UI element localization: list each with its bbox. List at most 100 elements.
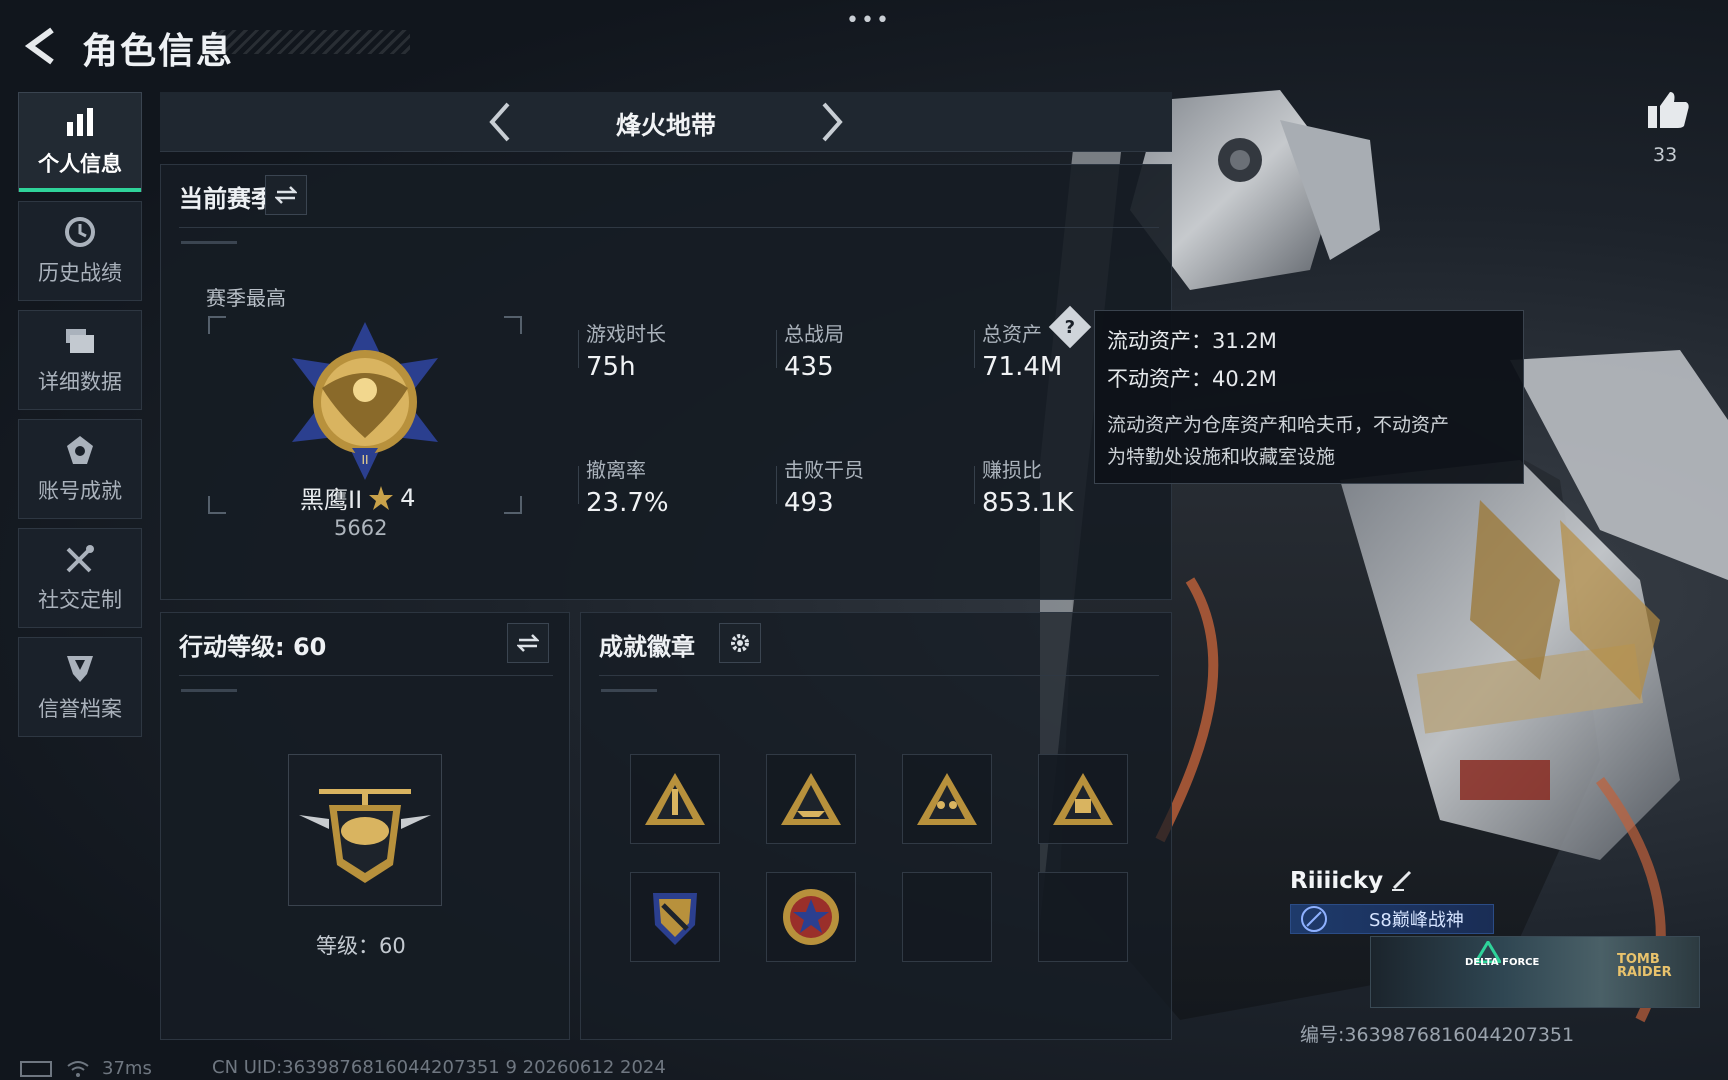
rank-medal-icon: II — [282, 318, 448, 484]
tooltip-liquid-assets: 流动资产：31.2M — [1107, 329, 1277, 353]
like-count: 33 — [1653, 144, 1678, 166]
sidebar-item-label: 社交定制 — [38, 588, 122, 612]
ship-badge-icon — [781, 773, 841, 825]
profile-banner[interactable]: DELTA FORCE TOMB RAIDER — [1370, 936, 1700, 1008]
swap-icon — [517, 634, 539, 652]
sidebar-item-label: 账号成就 — [38, 479, 122, 503]
stat-value-total-matches: 435 — [784, 352, 834, 382]
assets-tooltip: 流动资产：31.2M 不动资产：40.2M 流动资产为仓库资产和哈夫币，不动资产… — [1094, 310, 1524, 484]
badge-slot-1[interactable] — [630, 754, 720, 844]
rank-stars: 4 — [400, 483, 416, 512]
status-bar: 37ms — [20, 1056, 152, 1080]
mode-switcher: 烽火地带 — [160, 92, 1172, 152]
achievement-icon — [63, 433, 97, 467]
stat-value-operators-defeated: 493 — [784, 488, 834, 518]
sidebar-item-personal-info[interactable]: 个人信息 — [18, 92, 142, 192]
battery-icon — [20, 1061, 52, 1077]
divider — [599, 675, 1159, 676]
divider-tick — [181, 241, 237, 244]
stat-separator — [578, 466, 579, 504]
stat-label-playtime: 游戏时长 — [586, 322, 666, 346]
rank-name: 黑鹰II — [300, 486, 363, 514]
map58-badge-icon — [1053, 773, 1113, 825]
divider-tick — [601, 689, 657, 692]
stat-value-profit-ratio: 853.1K — [982, 488, 1074, 518]
stat-separator — [974, 466, 975, 504]
level-text: 等级：60 — [316, 934, 406, 958]
tooltip-fixed-assets: 不动资产：40.2M — [1107, 367, 1277, 391]
wifi-icon — [67, 1061, 89, 1077]
stat-value-extraction-rate: 23.7% — [586, 488, 669, 518]
folder-icon — [63, 324, 97, 358]
stat-value-playtime: 75h — [586, 352, 636, 382]
profile-card: Riiiicky S8巅峰战神 DELTA FORCE TOMB RAIDER — [1290, 864, 1710, 1014]
mode-next-button[interactable] — [812, 98, 852, 146]
banner-logo-text: TOMB RAIDER — [1617, 953, 1672, 979]
divider — [179, 675, 553, 676]
badges-heading: 成就徽章 — [599, 633, 695, 661]
sidebar: 个人信息 历史战绩 详细数据 账号成就 社交定制 信誉档案 — [18, 92, 144, 746]
sidebar-item-social-custom[interactable]: 社交定制 — [18, 528, 142, 628]
badge-slot-empty[interactable] — [1038, 872, 1128, 962]
player-title-tag[interactable]: S8巅峰战神 — [1290, 904, 1494, 934]
rank-name-row: 黑鹰II 4 — [300, 480, 415, 515]
badges-settings-button[interactable] — [719, 623, 761, 663]
stat-separator — [974, 330, 975, 368]
badge-slot-2[interactable] — [766, 754, 856, 844]
badge-slot-3[interactable] — [902, 754, 992, 844]
sidebar-item-label: 详细数据 — [38, 370, 122, 394]
back-button[interactable] — [20, 24, 60, 68]
sidebar-item-label: 历史战绩 — [38, 261, 122, 285]
tools-icon — [63, 542, 97, 576]
badge-slot-empty[interactable] — [902, 872, 992, 962]
banner-logo-text: DELTA FORCE — [1465, 957, 1540, 968]
squad-badge-icon — [917, 773, 977, 825]
question-mark-icon: ? — [1064, 316, 1076, 338]
stat-separator — [578, 330, 579, 368]
stat-label-total-assets: 总资产 — [982, 322, 1042, 346]
rocket-badge-icon — [645, 773, 705, 825]
more-options-dots[interactable]: ••• — [846, 8, 891, 33]
gear-icon — [731, 634, 749, 652]
title-emblem-icon — [1301, 906, 1327, 932]
sidebar-item-detailed-data[interactable]: 详细数据 — [18, 310, 142, 410]
sidebar-item-credit-record[interactable]: 信誉档案 — [18, 637, 142, 737]
sidebar-item-history[interactable]: 历史战绩 — [18, 201, 142, 301]
sidebar-item-label: 信誉档案 — [38, 697, 122, 721]
tooltip-desc-line: 为特勤处设施和收藏室设施 — [1107, 446, 1336, 468]
player-serial-number: 编号:3639876816044207351 — [1300, 1024, 1575, 1046]
level-switch-button[interactable] — [507, 623, 549, 663]
divider — [179, 227, 1159, 228]
credit-shield-icon — [63, 651, 97, 685]
player-title-text: S8巅峰战神 — [1369, 910, 1464, 931]
helicopter-badge-icon — [299, 789, 431, 883]
rank-score: 5662 — [334, 516, 388, 540]
chevron-right-icon — [822, 102, 843, 142]
shield-emblem-badge-icon — [653, 893, 697, 945]
mode-title: 烽火地带 — [615, 111, 716, 140]
stat-label-operators-defeated: 击败干员 — [784, 458, 864, 482]
season-switch-button[interactable] — [265, 175, 307, 215]
ping-value: 37ms — [102, 1057, 152, 1079]
badge-slot-4[interactable] — [1038, 754, 1128, 844]
star-medal-badge-icon — [783, 889, 839, 945]
level-heading: 行动等级: 60 — [179, 633, 327, 661]
like-button[interactable] — [1646, 88, 1690, 132]
edit-name-button[interactable] — [1390, 868, 1416, 894]
star-icon — [369, 485, 394, 510]
divider-tick — [181, 689, 237, 692]
pencil-icon — [1392, 870, 1412, 891]
tooltip-description: 流动资产为仓库资产和哈夫币，不动资产 为特勤处设施和收藏室设施 — [1107, 409, 1511, 473]
level-badge — [288, 754, 442, 906]
stat-label-total-matches: 总战局 — [784, 322, 844, 346]
player-name: Riiiicky — [1290, 868, 1384, 894]
sidebar-item-achievements[interactable]: 账号成就 — [18, 419, 142, 519]
title-decoration — [210, 30, 410, 54]
badge-slot-6[interactable] — [766, 872, 856, 962]
svg-text:II: II — [361, 453, 368, 467]
stat-label-profit-ratio: 赚损比 — [982, 458, 1042, 482]
badge-slot-5[interactable] — [630, 872, 720, 962]
stat-separator — [776, 330, 777, 368]
swap-icon — [275, 186, 297, 204]
banner-logo-line: RAIDER — [1617, 965, 1672, 980]
